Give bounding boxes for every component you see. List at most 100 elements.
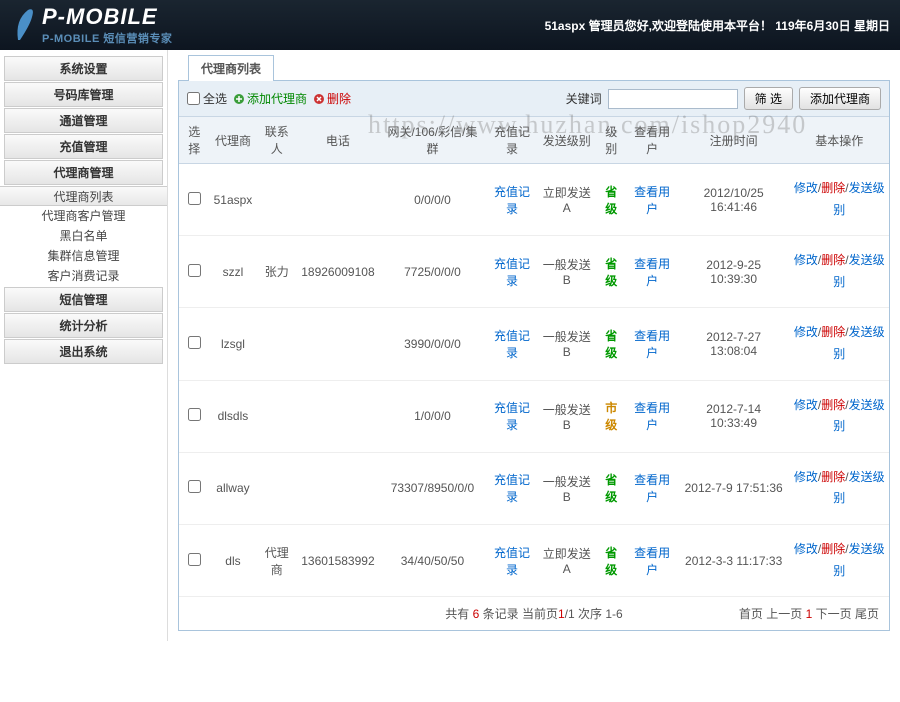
cell: 一般发送B bbox=[538, 452, 596, 524]
select-all-input[interactable] bbox=[187, 92, 200, 105]
panel-title: 代理商列表 bbox=[188, 55, 274, 81]
cell: dlsdls bbox=[210, 380, 257, 452]
viewuser-link[interactable]: 查看用户 bbox=[634, 185, 670, 216]
th-3: 电话 bbox=[297, 117, 378, 164]
submenu-item-2[interactable]: 黑白名单 bbox=[0, 226, 167, 246]
delete-icon bbox=[313, 93, 325, 105]
delete-link[interactable]: 删除 bbox=[821, 253, 845, 267]
menu-item-2[interactable]: 通道管理 bbox=[4, 108, 163, 133]
pager-last[interactable]: 尾页 bbox=[855, 607, 879, 621]
cell bbox=[297, 164, 378, 236]
cell bbox=[256, 164, 297, 236]
th-10: 基本操作 bbox=[789, 117, 889, 164]
cell: 一般发送B bbox=[538, 380, 596, 452]
table-row: szzl张力189260091087725/0/0/0充值记录一般发送B省级查看… bbox=[179, 236, 889, 308]
th-8: 查看用户 bbox=[626, 117, 677, 164]
cell: 省级 bbox=[596, 164, 626, 236]
recharge-link[interactable]: 充值记录 bbox=[494, 401, 530, 432]
add-agent-button[interactable]: 添加代理商 bbox=[799, 87, 881, 110]
cell: lzsgl bbox=[210, 308, 257, 380]
row-checkbox[interactable] bbox=[188, 480, 201, 493]
delete-link[interactable]: 删除 bbox=[821, 470, 845, 484]
recharge-link[interactable]: 充值记录 bbox=[494, 329, 530, 360]
select-all-checkbox[interactable]: 全选 bbox=[187, 90, 227, 107]
pager-next[interactable]: 下一页 bbox=[816, 607, 852, 621]
cell: 34/40/50/50 bbox=[379, 524, 487, 596]
modify-link[interactable]: 修改 bbox=[794, 542, 818, 556]
row-checkbox[interactable] bbox=[188, 264, 201, 277]
delete-link[interactable]: 删除 bbox=[313, 90, 351, 107]
pager: 共有 6 条记录 当前页1/1 次序 1-6 首页 上一页 1 下一页 尾页 bbox=[179, 597, 889, 630]
modify-link[interactable]: 修改 bbox=[794, 253, 818, 267]
modify-link[interactable]: 修改 bbox=[794, 325, 818, 339]
table-row: 51aspx0/0/0/0充值记录立即发送A省级查看用户2012/10/25 1… bbox=[179, 164, 889, 236]
cell: 立即发送A bbox=[538, 164, 596, 236]
level-badge: 省级 bbox=[605, 473, 617, 504]
delete-link[interactable]: 删除 bbox=[821, 181, 845, 195]
header: P-MOBILE P-MOBILE 短信营销专家 51aspx 管理员您好,欢迎… bbox=[0, 0, 900, 50]
delete-link[interactable]: 删除 bbox=[821, 325, 845, 339]
cell bbox=[256, 380, 297, 452]
modify-link[interactable]: 修改 bbox=[794, 398, 818, 412]
modify-link[interactable]: 修改 bbox=[794, 470, 818, 484]
submenu-item-1[interactable]: 代理商客户管理 bbox=[0, 206, 167, 226]
row-checkbox[interactable] bbox=[188, 192, 201, 205]
menu2-item-0[interactable]: 短信管理 bbox=[4, 287, 163, 312]
cell: 充值记录 bbox=[486, 524, 537, 596]
row-checkbox[interactable] bbox=[188, 336, 201, 349]
cell: 查看用户 bbox=[626, 452, 677, 524]
table-row: lzsgl3990/0/0/0充值记录一般发送B省级查看用户2012-7-27 … bbox=[179, 308, 889, 380]
menu-item-3[interactable]: 充值管理 bbox=[4, 134, 163, 159]
th-7: 级别 bbox=[596, 117, 626, 164]
table-row: dls代理商1360158399234/40/50/50充值记录立即发送A省级查… bbox=[179, 524, 889, 596]
th-5: 充值记录 bbox=[486, 117, 537, 164]
cell: 查看用户 bbox=[626, 236, 677, 308]
menu2-item-2[interactable]: 退出系统 bbox=[4, 339, 163, 364]
add-agent-link[interactable]: 添加代理商 bbox=[233, 90, 307, 107]
cell bbox=[179, 380, 210, 452]
viewuser-link[interactable]: 查看用户 bbox=[634, 546, 670, 577]
modify-link[interactable]: 修改 bbox=[794, 181, 818, 195]
submenu-item-0[interactable]: 代理商列表 bbox=[0, 186, 167, 206]
delete-link[interactable]: 删除 bbox=[821, 542, 845, 556]
row-checkbox[interactable] bbox=[188, 553, 201, 566]
th-0: 选择 bbox=[179, 117, 210, 164]
viewuser-link[interactable]: 查看用户 bbox=[634, 257, 670, 288]
keyword-input[interactable] bbox=[608, 89, 738, 109]
menu-item-1[interactable]: 号码库管理 bbox=[4, 82, 163, 107]
th-9: 注册时间 bbox=[678, 117, 790, 164]
cell: 2012/10/25 16:41:46 bbox=[678, 164, 790, 236]
menu-item-0[interactable]: 系统设置 bbox=[4, 56, 163, 81]
add-agent-label: 添加代理商 bbox=[247, 90, 307, 107]
viewuser-link[interactable]: 查看用户 bbox=[634, 473, 670, 504]
cell: 7725/0/0/0 bbox=[379, 236, 487, 308]
cell: 查看用户 bbox=[626, 380, 677, 452]
delete-link[interactable]: 删除 bbox=[821, 398, 845, 412]
menu-item-4[interactable]: 代理商管理 bbox=[4, 160, 163, 185]
cell: 张力 bbox=[256, 236, 297, 308]
viewuser-link[interactable]: 查看用户 bbox=[634, 329, 670, 360]
filter-button[interactable]: 筛 选 bbox=[744, 87, 793, 110]
submenu-item-4[interactable]: 客户消费记录 bbox=[0, 266, 167, 286]
level-badge: 省级 bbox=[605, 329, 617, 360]
pager-first[interactable]: 首页 bbox=[739, 607, 763, 621]
select-all-label: 全选 bbox=[203, 90, 227, 107]
viewuser-link[interactable]: 查看用户 bbox=[634, 401, 670, 432]
row-checkbox[interactable] bbox=[188, 408, 201, 421]
recharge-link[interactable]: 充值记录 bbox=[494, 546, 530, 577]
cell: 充值记录 bbox=[486, 164, 537, 236]
cell: 充值记录 bbox=[486, 308, 537, 380]
recharge-link[interactable]: 充值记录 bbox=[494, 185, 530, 216]
pager-prev[interactable]: 上一页 bbox=[766, 607, 802, 621]
cell: 修改/删除/发送级别 bbox=[789, 236, 889, 308]
cell: 市级 bbox=[596, 380, 626, 452]
cell: 2012-9-25 10:39:30 bbox=[678, 236, 790, 308]
toolbar: 全选 添加代理商 删除 关键词 筛 选 添加代理商 bbox=[179, 81, 889, 117]
cell: 2012-3-3 11:17:33 bbox=[678, 524, 790, 596]
recharge-link[interactable]: 充值记录 bbox=[494, 257, 530, 288]
recharge-link[interactable]: 充值记录 bbox=[494, 473, 530, 504]
submenu-item-3[interactable]: 集群信息管理 bbox=[0, 246, 167, 266]
row-ops: 修改/删除/发送级别 bbox=[793, 467, 885, 510]
menu2-item-1[interactable]: 统计分析 bbox=[4, 313, 163, 338]
cell bbox=[179, 236, 210, 308]
